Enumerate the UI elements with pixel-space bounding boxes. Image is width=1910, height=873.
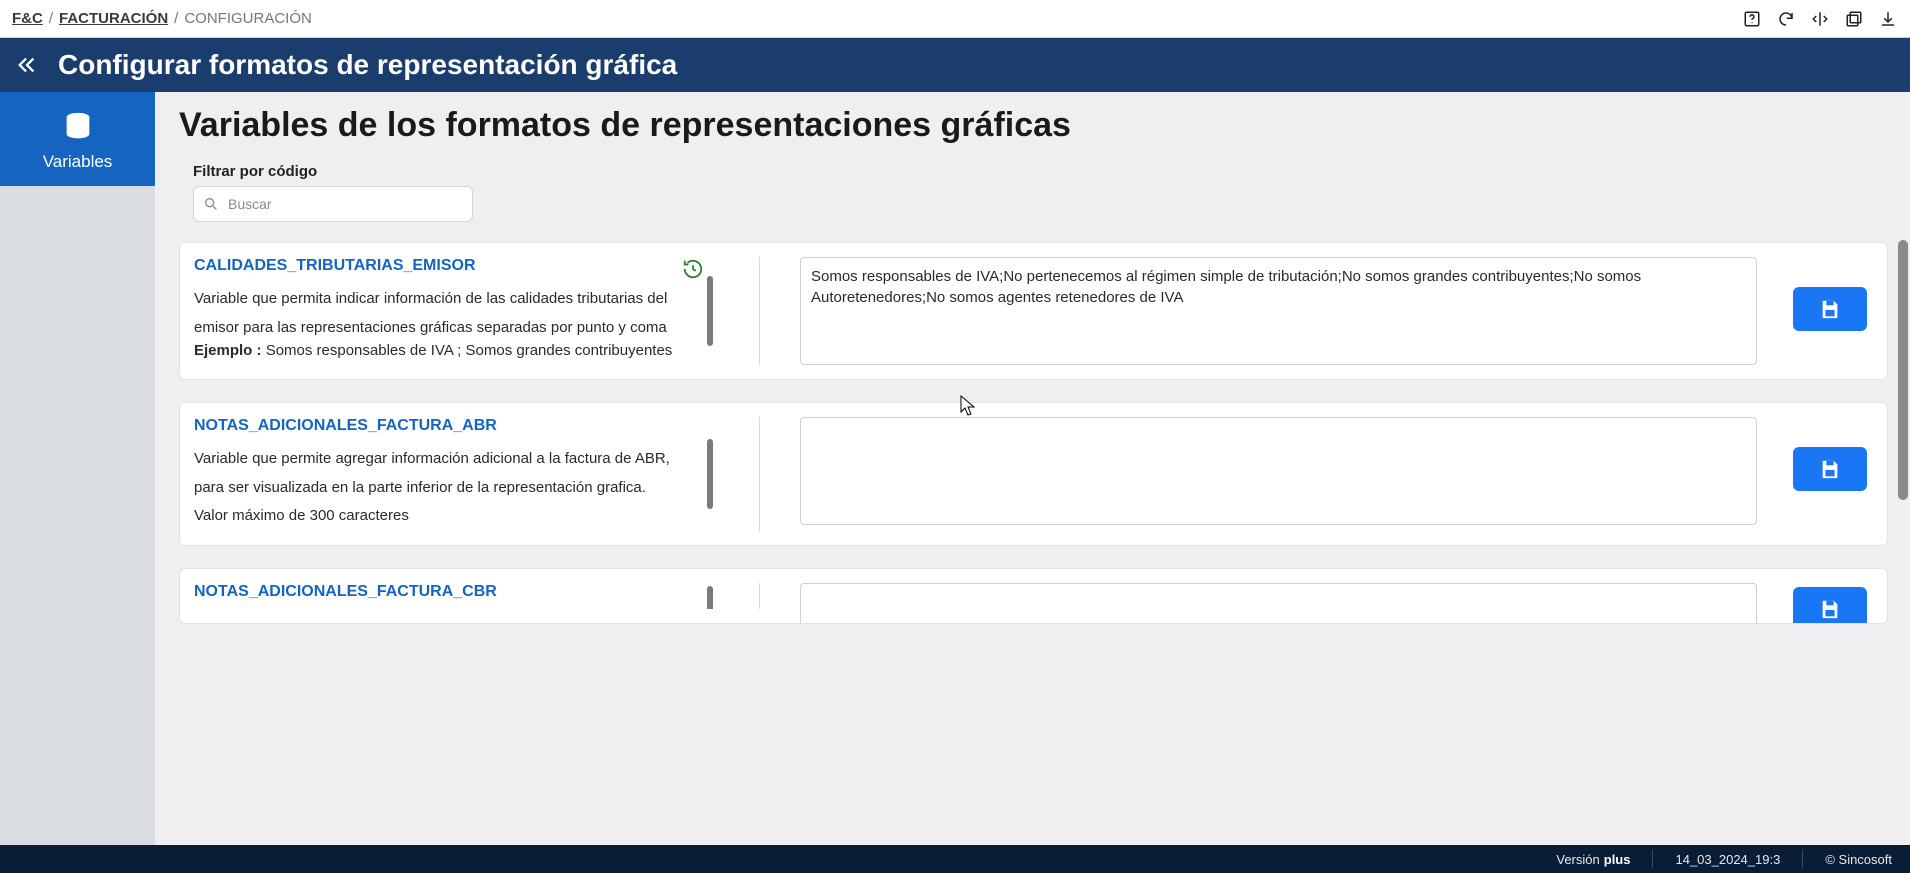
footer: Versión plus 14_03_2024_19:3 © Sincosoft	[0, 845, 1910, 873]
breadcrumb-item-current: CONFIGURACIÓN	[184, 10, 312, 27]
help-icon[interactable]	[1742, 9, 1762, 29]
collapse-sidebar-button[interactable]	[14, 52, 40, 78]
copyright: © Sincosoft	[1825, 852, 1892, 867]
sidebar-item-label: Variables	[43, 152, 113, 172]
download-icon[interactable]	[1878, 9, 1898, 29]
variable-code: NOTAS_ADICIONALES_FACTURA_CBR	[194, 583, 691, 601]
breadcrumb-separator: /	[174, 10, 178, 27]
variable-value-input[interactable]	[800, 417, 1757, 525]
card-scroll-thumb[interactable]	[707, 439, 713, 509]
database-icon	[61, 110, 95, 144]
sidebar-item-variables[interactable]: Variables	[0, 92, 155, 186]
save-icon	[1819, 598, 1841, 620]
filter-label: Filtrar por código	[193, 163, 1888, 180]
history-icon[interactable]	[681, 257, 705, 281]
page-header: Configurar formatos de representación gr…	[0, 38, 1910, 92]
build-label: 14_03_2024_19:3	[1675, 852, 1780, 867]
variable-description-2: Valor máximo de 300 caracteres	[194, 502, 691, 531]
variable-card: CALIDADES_TRIBUTARIAS_EMISOR Variable qu…	[179, 242, 1888, 380]
breadcrumb: F&C / FACTURACIÓN / CONFIGURACIÓN	[12, 10, 312, 27]
search-icon	[203, 196, 219, 212]
variable-card: NOTAS_ADICIONALES_FACTURA_CBR	[179, 568, 1888, 624]
variable-description: Variable que permita indicar información…	[194, 285, 691, 342]
variable-example: Ejemplo : Somos responsables de IVA ; So…	[194, 342, 691, 359]
breadcrumb-separator: /	[49, 10, 53, 27]
card-scroll-thumb[interactable]	[707, 586, 713, 609]
content-scrollbar-thumb[interactable]	[1898, 240, 1908, 500]
version-label: Versión plus	[1556, 852, 1630, 867]
variable-code: NOTAS_ADICIONALES_FACTURA_ABR	[194, 417, 691, 435]
breadcrumb-item-module[interactable]: FACTURACIÓN	[59, 10, 168, 27]
save-icon	[1819, 458, 1841, 480]
variable-card: NOTAS_ADICIONALES_FACTURA_ABR Variable q…	[179, 402, 1888, 546]
save-button[interactable]	[1793, 447, 1867, 491]
refresh-icon[interactable]	[1776, 9, 1796, 29]
variable-value-input[interactable]	[800, 257, 1757, 365]
breadcrumb-item-root[interactable]: F&C	[12, 10, 43, 27]
search-input[interactable]	[193, 186, 473, 222]
variable-value-input[interactable]	[800, 583, 1757, 624]
window-icon[interactable]	[1844, 9, 1864, 29]
save-button[interactable]	[1793, 587, 1867, 624]
save-button[interactable]	[1793, 287, 1867, 331]
section-title: Variables de los formatos de representac…	[179, 106, 1888, 145]
save-icon	[1819, 298, 1841, 320]
variable-code: CALIDADES_TRIBUTARIAS_EMISOR	[194, 257, 691, 275]
card-scroll-thumb[interactable]	[707, 276, 713, 346]
page-title-header: Configurar formatos de representación gr…	[58, 49, 677, 81]
variable-description: Variable que permite agregar información…	[194, 445, 691, 502]
sidebar: Variables	[0, 92, 155, 845]
split-icon[interactable]	[1810, 9, 1830, 29]
